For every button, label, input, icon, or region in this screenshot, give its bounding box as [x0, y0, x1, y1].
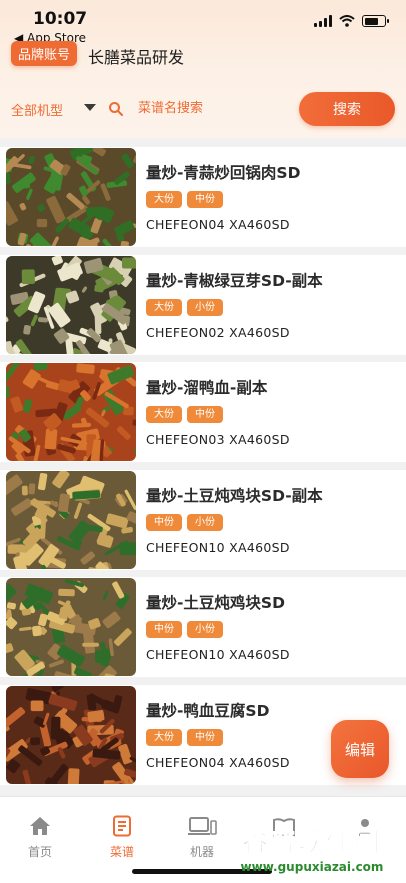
- recipe-machine-models: CHEFEON02 XA460SD: [146, 324, 290, 340]
- recipe-photo: [6, 363, 136, 461]
- status-time: 10:07: [33, 9, 88, 29]
- recipe-list: 量炒-青蒜炒回锅肉SD 大份 中份 CHEFEON04 XA460SD 量炒-青椒…: [0, 147, 406, 792]
- tab-machines-label: 机器: [189, 845, 214, 859]
- portion-tags: 大份 小份: [146, 298, 223, 316]
- recipe-name: 量炒-鸭血豆腐SD: [146, 701, 270, 720]
- recipe-name: 量炒-青椒绿豆芽SD-副本: [146, 271, 323, 290]
- portion-tag: 中份: [146, 621, 182, 638]
- portion-tags: 中份 小份: [146, 621, 223, 638]
- recipe-photo: [6, 578, 136, 676]
- tab-machines[interactable]: 机器: [172, 815, 232, 860]
- recipe-photo: [6, 148, 136, 246]
- portion-tag: 大份: [146, 298, 182, 316]
- profile-icon[interactable]: [355, 817, 375, 837]
- portion-tag: 中份: [187, 728, 223, 746]
- battery-level: [364, 17, 378, 25]
- portion-tag: 大份: [146, 728, 182, 746]
- recipe-machine-models: CHEFEON04 XA460SD: [146, 217, 290, 232]
- recipe-machine-models: CHEFEON10 XA460SD: [146, 539, 290, 555]
- recipe-machine-models: CHEFEON04 XA460SD: [146, 754, 290, 770]
- recipe-photo: [6, 470, 136, 569]
- portion-tag: 小份: [187, 513, 223, 531]
- recipe-name: 量炒-青蒜炒回锅肉SD: [146, 164, 301, 182]
- portion-tag: 小份: [187, 621, 223, 638]
- home-icon: [30, 817, 50, 835]
- recipe-search-input[interactable]: [138, 96, 288, 120]
- status-icons: [314, 15, 389, 27]
- recipe-machine-models: CHEFEON03 XA460SD: [146, 432, 290, 447]
- search-icon: [109, 102, 123, 116]
- header: 10:07 ◀ App Store 品牌账号 长膳菜品研发 全部机型 搜索: [0, 0, 406, 138]
- portion-tags: 大份 中份: [146, 406, 223, 423]
- edit-button[interactable]: 编辑: [331, 720, 389, 778]
- portion-tag: 中份: [187, 406, 223, 423]
- machine-icon: [188, 817, 217, 835]
- recipe-card[interactable]: 量炒-青蒜炒回锅肉SD 大份 中份 CHEFEON04 XA460SD: [0, 147, 406, 247]
- battery-icon: [362, 15, 389, 27]
- portion-tags: 中份 小份: [146, 513, 223, 531]
- portion-tag: 大份: [146, 191, 182, 208]
- brand-account-badge[interactable]: 品牌账号: [11, 41, 78, 66]
- tab-home-label: 首页: [27, 845, 52, 859]
- portion-tags: 大份 中份: [146, 728, 223, 746]
- recipe-name: 量炒-土豆炖鸡块SD: [146, 594, 285, 612]
- wifi-icon: [339, 15, 355, 27]
- recipe-photo: [6, 255, 136, 354]
- recipe-card[interactable]: 量炒-青椒绿豆芽SD-副本 大份 小份 CHEFEON02 XA460SD: [0, 254, 406, 355]
- recipe-card[interactable]: 量炒-溜鸭血-副本 大份 中份 CHEFEON03 XA460SD: [0, 362, 406, 462]
- portion-tag: 小份: [187, 298, 223, 316]
- portion-tag: 中份: [187, 191, 223, 208]
- book-icon[interactable]: [272, 817, 296, 837]
- recipe-name: 量炒-土豆炖鸡块SD-副本: [146, 486, 323, 505]
- search-button[interactable]: 搜索: [299, 92, 395, 126]
- portion-tag: 大份: [146, 406, 182, 423]
- recipe-name: 量炒-溜鸭血-副本: [146, 379, 268, 397]
- machine-type-filter[interactable]: 全部机型: [11, 100, 63, 119]
- recipe-icon: [113, 815, 131, 837]
- recipe-card[interactable]: 量炒-土豆炖鸡块SD-副本 中份 小份 CHEFEON10 XA460SD: [0, 469, 406, 570]
- portion-tag: 中份: [146, 513, 182, 531]
- cellular-signal-icon: [314, 15, 332, 27]
- tab-home[interactable]: 首页: [10, 815, 70, 860]
- page-title: 长膳菜品研发: [88, 48, 185, 67]
- recipe-card[interactable]: 量炒-土豆炖鸡块SD 中份 小份 CHEFEON10 XA460SD: [0, 577, 406, 677]
- recipe-machine-models: CHEFEON10 XA460SD: [146, 647, 290, 662]
- dropdown-caret-icon[interactable]: [84, 104, 96, 111]
- tab-recipes[interactable]: 菜谱: [92, 815, 152, 860]
- recipe-photo: [6, 685, 136, 784]
- home-indicator: [132, 869, 272, 874]
- portion-tags: 大份 中份: [146, 191, 223, 208]
- tab-recipes-label: 菜谱: [109, 845, 134, 859]
